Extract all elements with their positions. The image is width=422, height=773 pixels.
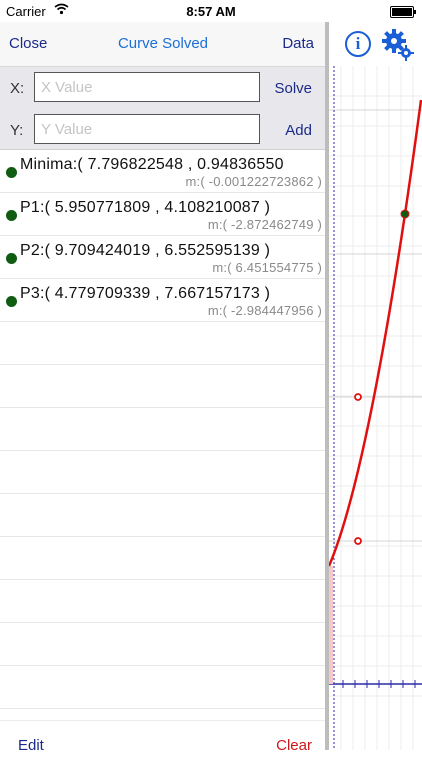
- point-slope: m:( -0.001222723862 ): [185, 174, 322, 189]
- data-button[interactable]: Data: [282, 35, 314, 52]
- solve-button[interactable]: Solve: [274, 80, 312, 97]
- status-bar: Carrier 8:57 AM: [0, 0, 422, 22]
- graph-panel: i: [329, 22, 422, 750]
- point-dot-icon: [6, 167, 17, 178]
- point-coordinates: P1:( 5.950771809 , 4.108210087 ): [20, 199, 271, 216]
- point-slope: m:( -2.872462749 ): [207, 217, 322, 232]
- point-slope: m:( -2.984447956 ): [207, 303, 322, 318]
- list-item[interactable]: P1:( 5.950771809 , 4.108210087 ) m:( -2.…: [0, 193, 326, 236]
- info-icon[interactable]: i: [345, 31, 371, 57]
- add-button[interactable]: Add: [285, 122, 312, 139]
- x-label: X:: [10, 80, 25, 97]
- status-time: 8:57 AM: [186, 4, 236, 19]
- point-slope: m:( 6.451554775 ): [212, 260, 322, 275]
- gear-icon[interactable]: [381, 28, 415, 67]
- curve-graph[interactable]: [329, 66, 422, 750]
- list-item[interactable]: P3:( 4.779709339 , 7.667157173 ) m:( -2.…: [0, 279, 326, 322]
- value-input-area: X: Solve Y: Add: [0, 67, 326, 150]
- battery-icon: [390, 6, 416, 18]
- curve-list-panel: Close Curve Solved Data X: Solve Y: Add …: [0, 22, 326, 773]
- point-coordinates: P3:( 4.779709339 , 7.667157173 ): [20, 285, 271, 302]
- y-label: Y:: [10, 122, 24, 139]
- navigation-bar: Close Curve Solved Data: [0, 22, 326, 67]
- point-dot-icon: [6, 253, 17, 264]
- y-value-input[interactable]: [34, 114, 260, 144]
- x-value-input[interactable]: [34, 72, 260, 102]
- point-coordinates: Minima:( 7.796822548 , 0.94836550: [20, 156, 284, 173]
- clear-button[interactable]: Clear: [276, 737, 312, 754]
- graph-header: i: [329, 22, 422, 66]
- point-dot-icon: [6, 296, 17, 307]
- page-title: Curve Solved: [117, 35, 209, 52]
- point-dot-icon: [6, 210, 17, 221]
- list-item[interactable]: Minima:( 7.796822548 , 0.94836550 m:( -0…: [0, 150, 326, 193]
- points-list: Minima:( 7.796822548 , 0.94836550 m:( -0…: [0, 150, 326, 720]
- bottom-toolbar: Edit Clear: [0, 720, 326, 773]
- edit-button[interactable]: Edit: [18, 737, 44, 754]
- point-coordinates: P2:( 9.709424019 , 6.552595139 ): [20, 242, 271, 259]
- list-item[interactable]: P2:( 9.709424019 , 6.552595139 ) m:( 6.4…: [0, 236, 326, 279]
